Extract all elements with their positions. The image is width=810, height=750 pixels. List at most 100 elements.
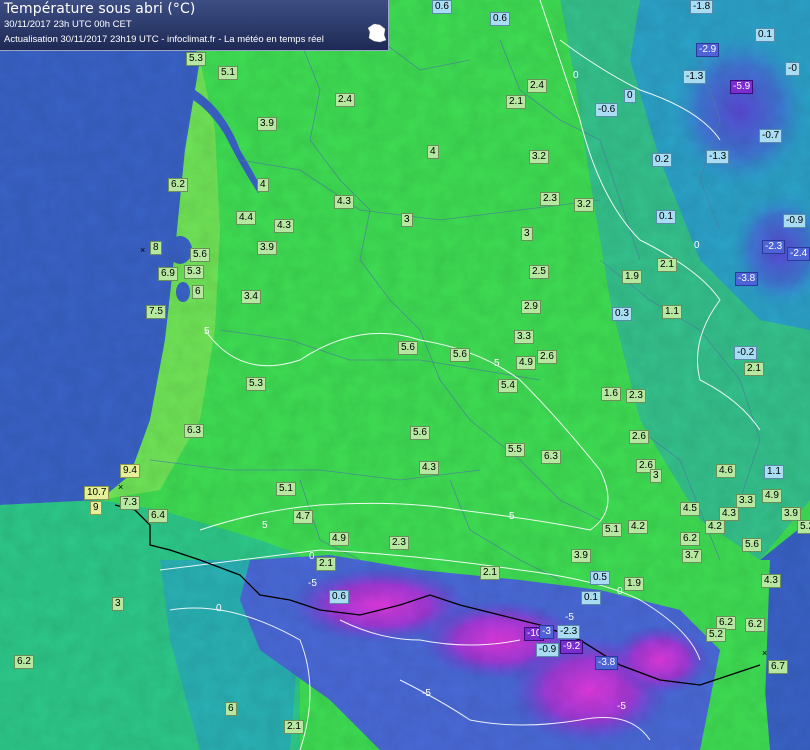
station-temperature-label: 5.1 (276, 482, 296, 496)
station-temperature-label: 10.7 (84, 486, 110, 500)
station-temperature-label: 6.9 (158, 267, 178, 281)
station-temperature-label: 5.1 (218, 66, 238, 80)
station-temperature-label: -2.9 (696, 43, 720, 57)
station-temperature-label: 5.6 (450, 348, 470, 362)
station-temperature-label: 2.1 (480, 566, 500, 580)
station-temperature-label: 0.6 (432, 0, 452, 14)
station-temperature-label: 4.6 (716, 464, 736, 478)
station-temperature-label: 7.5 (146, 305, 166, 319)
station-temperature-label: 0.1 (581, 591, 601, 605)
station-temperature-label: 2.1 (316, 557, 336, 571)
station-temperature-label: 2.1 (506, 95, 526, 109)
station-temperature-label: 1.1 (662, 305, 682, 319)
station-temperature-label: 3 (112, 597, 124, 611)
station-temperature-label: -0.9 (783, 214, 807, 228)
map-header: Température sous abri (°C) 30/11/2017 23… (0, 0, 389, 51)
station-temperature-label: 4.3 (761, 574, 781, 588)
station-temperature-label: -0.2 (734, 346, 758, 360)
isotherm-label: -5 (308, 578, 317, 589)
station-temperature-label: 5.2 (797, 520, 810, 534)
map-title: Température sous abri (°C) (4, 1, 196, 17)
isotherm-label: 5 (509, 511, 515, 522)
station-temperature-label: 2.1 (744, 362, 764, 376)
station-temperature-label: 7.3 (120, 496, 140, 510)
station-temperature-label: 3.2 (574, 198, 594, 212)
isotherm-label: -5 (565, 612, 574, 623)
station-temperature-label: 4.9 (516, 356, 536, 370)
station-temperature-label: 1.9 (622, 270, 642, 284)
station-temperature-label: 2.4 (527, 79, 547, 93)
station-temperature-label: 0.1 (656, 210, 676, 224)
station-temperature-label: 1.6 (601, 387, 621, 401)
station-temperature-label: -1.3 (683, 70, 707, 84)
station-temperature-label: -9.2 (560, 640, 584, 654)
station-temperature-label: -3 (539, 625, 554, 639)
station-temperature-label: 4.2 (628, 520, 648, 534)
station-temperature-label: 5.1 (602, 523, 622, 537)
station-temperature-label: 4.9 (329, 532, 349, 546)
station-temperature-label: 2.3 (540, 192, 560, 206)
station-temperature-label: 2.1 (284, 720, 304, 734)
station-temperature-label: 5.2 (706, 628, 726, 642)
station-temperature-label: -3.8 (595, 656, 619, 670)
isotherm-label: 0 (216, 603, 222, 614)
station-temperature-label: 3 (521, 227, 533, 241)
station-temperature-label: 3.9 (571, 549, 591, 563)
isotherm-label: -5 (422, 688, 431, 699)
station-temperature-label: 6.2 (680, 532, 700, 546)
map-background (0, 0, 810, 750)
station-temperature-label: 2.3 (626, 389, 646, 403)
station-temperature-label: 3.7 (682, 549, 702, 563)
station-temperature-label: -0 (785, 62, 800, 76)
station-temperature-label: 6.3 (184, 424, 204, 438)
station-temperature-label: 3 (650, 469, 662, 483)
station-temperature-label: 5.3 (186, 52, 206, 66)
station-temperature-label: 3.9 (781, 507, 801, 521)
station-temperature-label: 2.9 (521, 300, 541, 314)
isotherm-label: -5 (617, 701, 626, 712)
map-update-line: Actualisation 30/11/2017 23h19 UTC - inf… (4, 34, 324, 45)
station-temperature-label: 6.2 (168, 178, 188, 192)
station-temperature-label: 6.2 (745, 618, 765, 632)
station-temperature-label: 4 (257, 178, 269, 192)
station-temperature-label: 0.2 (652, 153, 672, 167)
france-logo-icon (367, 23, 387, 43)
station-temperature-label: 2.6 (537, 350, 557, 364)
station-temperature-label: 6.4 (148, 509, 168, 523)
station-temperature-label: 0 (624, 89, 636, 103)
isotherm-label: 5 (494, 358, 500, 369)
station-temperature-label: 4.3 (419, 461, 439, 475)
isotherm-label: 0 (309, 551, 315, 562)
station-temperature-label: -3.8 (735, 272, 759, 286)
station-temperature-label: 5.5 (505, 443, 525, 457)
station-temperature-label: 4 (427, 145, 439, 159)
station-temperature-label: -0.7 (759, 129, 783, 143)
station-temperature-label: 2.4 (335, 93, 355, 107)
isotherm-label: 0 (694, 240, 700, 251)
station-temperature-label: -1.8 (690, 0, 714, 14)
station-temperature-label: 4.5 (680, 502, 700, 516)
station-temperature-label: 2.3 (389, 536, 409, 550)
station-temperature-label: 4.7 (293, 510, 313, 524)
station-temperature-label: 3.3 (736, 494, 756, 508)
station-temperature-label: 4.3 (274, 219, 294, 233)
station-temperature-label: 3.9 (257, 117, 277, 131)
station-temperature-label: 3.3 (514, 330, 534, 344)
station-temperature-label: 1.9 (624, 577, 644, 591)
station-temperature-label: 2.1 (657, 258, 677, 272)
station-temperature-label: -5.9 (730, 80, 754, 94)
station-temperature-label: 3 (401, 213, 413, 227)
station-temperature-label: 0.3 (612, 307, 632, 321)
isotherm-label: 5 (204, 326, 210, 337)
station-temperature-label: 5.6 (190, 248, 210, 262)
isotherm-label: 5 (262, 520, 268, 531)
station-temperature-label: 6.7 (768, 660, 788, 674)
station-temperature-label: -2.3 (557, 625, 581, 639)
station-temperature-label: -0.6 (595, 103, 619, 117)
station-temperature-label: -0.9 (536, 643, 560, 657)
station-temperature-label: 5.6 (398, 341, 418, 355)
station-temperature-label: 4.3 (334, 195, 354, 209)
station-temperature-label: -2.3 (762, 240, 786, 254)
station-temperature-label: 5.3 (246, 377, 266, 391)
station-temperature-label: 6 (225, 702, 237, 716)
